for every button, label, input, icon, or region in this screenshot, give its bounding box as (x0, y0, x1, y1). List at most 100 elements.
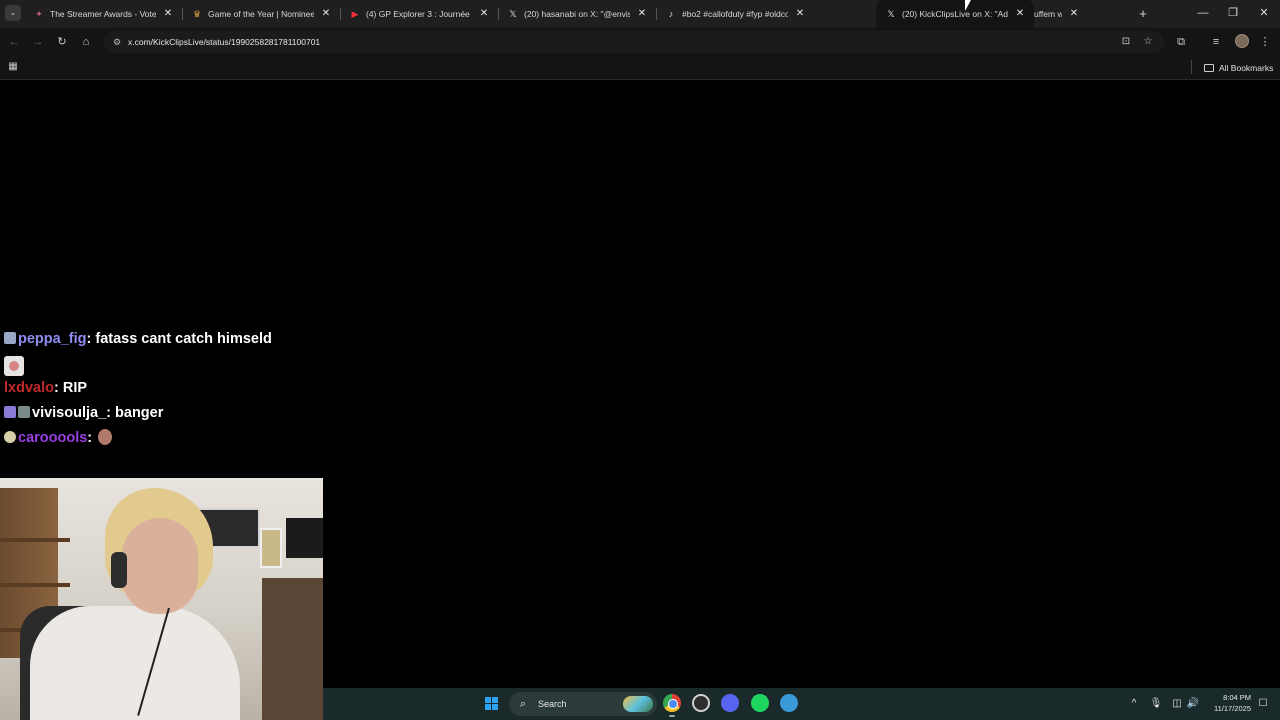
media-control-icon[interactable]: ≡ (1208, 34, 1224, 50)
chat-separator: : (53, 380, 59, 396)
chevron-up-icon[interactable]: ^ (1127, 697, 1141, 711)
taskbar-search[interactable]: ⌕ Search (509, 692, 657, 716)
tab-tiktok[interactable]: ♪ #bo2 #callofduty #fyp #oldcod ✕ (656, 0, 814, 28)
tab-strip: ⌄ ✦ The Streamer Awards - Vote ✕ ♛ Game … (0, 0, 1280, 28)
close-icon[interactable]: ✕ (794, 0, 806, 28)
webcam-picture-frame (260, 528, 282, 568)
chat-badge (4, 406, 16, 418)
webcam-person-face (122, 518, 198, 614)
globe-icon[interactable] (780, 694, 798, 712)
taskbar-clock[interactable]: 8:04 PM 11/17/2025 (1205, 692, 1251, 714)
screen: ⌄ ✦ The Streamer Awards - Vote ✕ ♛ Game … (0, 0, 1280, 720)
microphone-icon[interactable]: 🎙 (1149, 697, 1163, 711)
chat-message: peppa_fig: fatass cant catch himseld (4, 329, 272, 349)
restore-button[interactable]: ❐ (1218, 0, 1248, 28)
chat-text: banger (115, 405, 164, 421)
folder-icon (1204, 64, 1214, 72)
tab-title: (20) hasanabi on X: "@envision (524, 9, 630, 19)
chat-text: fatass cant catch himseld (95, 331, 272, 347)
chat-badge (18, 406, 30, 418)
chat-message: vivisoulja_: banger (4, 403, 163, 423)
webcam-desk (262, 578, 323, 720)
profile-avatar[interactable] (1235, 34, 1249, 48)
chat-username: lxdvalo (4, 380, 54, 396)
x-icon: 𝕏 (509, 9, 517, 19)
tab-x-hasanabi[interactable]: 𝕏 (20) hasanabi on X: "@envision ✕ (498, 0, 656, 28)
tab-title: #bo2 #callofduty #fyp #oldcod (682, 9, 788, 19)
reload-icon[interactable]: ↻ (54, 34, 70, 50)
windows-start-icon[interactable] (485, 697, 499, 711)
chat-separator: : (86, 331, 92, 347)
close-icon[interactable]: ✕ (478, 0, 490, 28)
search-label: Search (538, 699, 567, 709)
back-arrow-icon[interactable]: ← (6, 34, 22, 50)
forward-arrow-icon[interactable]: → (30, 34, 46, 50)
clock-date: 11/17/2025 (1214, 704, 1251, 713)
tab-title: uffem w (1034, 9, 1062, 19)
webcam-shelf (0, 538, 70, 542)
apps-grid-icon[interactable]: ▦ (7, 61, 19, 73)
chat-badge (4, 332, 16, 344)
all-bookmarks-label: All Bookmarks (1219, 63, 1274, 73)
webcam-shelf (0, 583, 70, 587)
url-text[interactable]: x.com/KickClipsLive/status/1990258281781… (128, 31, 320, 53)
install-app-icon[interactable]: ⊡ (1119, 35, 1133, 49)
search-highlight-image (623, 696, 653, 712)
chat-emote (4, 356, 24, 376)
chat-separator: : (87, 430, 93, 446)
webcam-person-shirt (30, 606, 240, 720)
discord-icon[interactable] (721, 694, 739, 712)
tab-streamer-awards[interactable]: ✦ The Streamer Awards - Vote ✕ (24, 0, 182, 28)
tab-title: The Streamer Awards - Vote (50, 9, 156, 19)
spotify-icon[interactable] (751, 694, 769, 712)
tab-partial[interactable]: uffem w ✕ (1008, 0, 1088, 28)
all-bookmarks-button[interactable]: All Bookmarks (1204, 56, 1273, 80)
mouse-cursor (965, 0, 971, 11)
browser-toolbar: ← → ↻ ⌂ ⚙ x.com/KickClipsLive/status/199… (0, 28, 1280, 56)
new-tab-button[interactable]: + (1135, 0, 1151, 28)
bookmark-star-icon[interactable]: ☆ (1141, 35, 1155, 49)
tab-title: (20) KickClipsLive on X: "Adin R (902, 9, 1008, 19)
volume-icon[interactable]: 🔊 (1186, 697, 1200, 711)
x-icon: 𝕏 (887, 9, 895, 19)
clock-time: 8:04 PM (1223, 693, 1251, 702)
chat-username: peppa_fig (18, 331, 87, 347)
webcam-feed (0, 478, 323, 720)
obs-icon[interactable] (692, 694, 710, 712)
close-icon[interactable]: ✕ (162, 0, 174, 28)
chat-message: carooools: (4, 428, 113, 448)
chat-message: lxdvalo: RIP (4, 378, 87, 398)
game-awards-icon: ♛ (192, 9, 202, 19)
chat-text: RIP (62, 380, 88, 396)
active-indicator (669, 715, 675, 717)
webcam-headset (111, 552, 127, 588)
site-info-icon[interactable]: ⚙ (110, 35, 124, 49)
tiktok-icon: ♪ (668, 9, 674, 19)
chat-username: carooools (18, 430, 88, 446)
menu-kebab-icon[interactable]: ⋮ (1257, 34, 1273, 50)
tab-title: Game of the Year | Nominees | (208, 9, 314, 19)
bookmarks-divider (1191, 60, 1192, 74)
tab-title: (4) GP Explorer 3 : Journée du (366, 9, 472, 19)
bookmarks-bar: ▦ (0, 56, 1280, 80)
tab-game-awards[interactable]: ♛ Game of the Year | Nominees | ✕ (182, 0, 340, 28)
notification-icon[interactable]: ☐ (1256, 697, 1270, 711)
tab-search-button[interactable]: ⌄ (5, 5, 21, 21)
chat-username: vivisoulja_ (32, 405, 107, 421)
close-icon[interactable]: ✕ (1068, 0, 1080, 28)
network-icon[interactable]: ◫ (1170, 697, 1184, 711)
chat-separator: : (106, 405, 111, 421)
window-close-button[interactable]: ✕ (1249, 0, 1279, 28)
address-bar[interactable]: ⚙ x.com/KickClipsLive/status/19902582817… (104, 31, 1164, 53)
tab-youtube[interactable]: ▶ (4) GP Explorer 3 : Journée du ✕ (340, 0, 498, 28)
search-icon: ⌕ (519, 698, 527, 710)
home-icon[interactable]: ⌂ (78, 34, 94, 50)
webcam-monitor (286, 518, 323, 558)
close-icon[interactable]: ✕ (320, 0, 332, 28)
streamer-awards-icon: ✦ (35, 9, 43, 19)
chat-badge (4, 431, 16, 443)
chrome-icon[interactable] (663, 694, 681, 712)
extensions-icon[interactable]: ⧉ (1173, 34, 1189, 50)
close-icon[interactable]: ✕ (636, 0, 648, 28)
minimize-button[interactable]: — (1188, 0, 1218, 28)
